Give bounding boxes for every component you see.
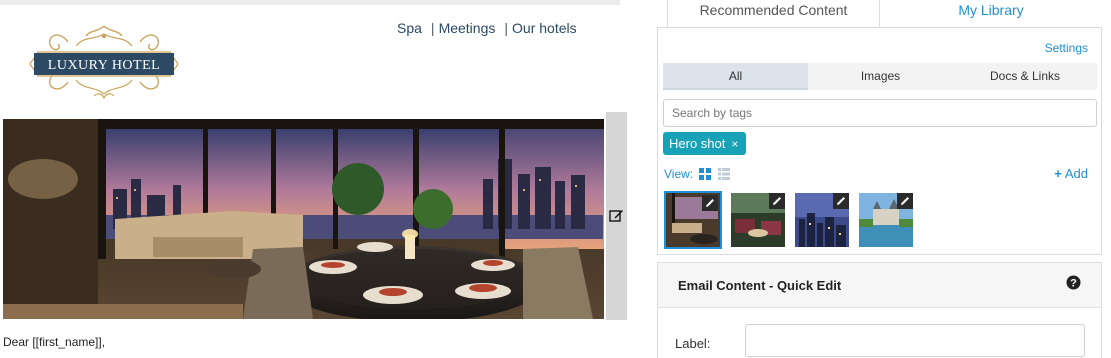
email-preview: LUXURY HOTEL Spa|Meetings|Our hotels <box>0 0 628 358</box>
tag-search-input[interactable] <box>663 99 1097 127</box>
pencil-icon[interactable] <box>702 195 718 211</box>
quick-edit-title: Email Content - Quick Edit <box>678 278 842 293</box>
recommended-content-box: Settings All Images Docs & Links Hero sh… <box>657 27 1102 255</box>
view-toggle: View: <box>664 167 730 181</box>
add-button[interactable]: + Add <box>1054 167 1088 181</box>
close-icon[interactable]: × <box>731 137 738 151</box>
settings-link[interactable]: Settings <box>1045 41 1088 55</box>
nav-link-spa[interactable]: Spa <box>397 20 422 36</box>
tag-chip-hero-shot: Hero shot × <box>663 132 747 155</box>
content-panel: Recommended Content My Library Settings … <box>657 0 1102 358</box>
nav-separator: | <box>504 20 509 36</box>
nav-separator: | <box>430 20 435 36</box>
list-view-icon[interactable] <box>717 168 730 180</box>
view-label: View: <box>664 167 694 181</box>
pencil-icon[interactable] <box>833 193 849 209</box>
filter-all[interactable]: All <box>663 63 808 90</box>
email-greeting: Dear [[first_name]], <box>3 335 106 349</box>
plus-icon: + <box>1054 166 1062 181</box>
grid-view-icon[interactable] <box>699 168 712 180</box>
thumbnail-castle-lake[interactable] <box>857 191 915 249</box>
email-nav: Spa | Meetings | Our hotels <box>397 20 577 36</box>
email-top-strip <box>0 0 620 5</box>
nav-link-our-hotels[interactable]: Our hotels <box>512 20 577 36</box>
hotel-logo: LUXURY HOTEL <box>29 25 179 100</box>
hero-image[interactable] <box>3 119 604 319</box>
pencil-icon[interactable] <box>769 193 785 209</box>
panel-tabs: Recommended Content My Library <box>657 0 1102 28</box>
edit-rail <box>606 112 627 320</box>
tab-my-library[interactable]: My Library <box>880 0 1102 28</box>
tab-recommended-content[interactable]: Recommended Content <box>667 0 880 28</box>
edit-icon[interactable] <box>609 208 624 223</box>
thumbnail-lounge-seating[interactable] <box>729 191 787 249</box>
logo-text: LUXURY HOTEL <box>48 58 160 73</box>
content-filter-bar: All Images Docs & Links <box>663 63 1097 90</box>
quick-edit-header: Email Content - Quick Edit ? <box>658 263 1101 308</box>
label-input[interactable] <box>745 324 1085 357</box>
label-field-label: Label: <box>675 336 711 351</box>
help-icon[interactable]: ? <box>1066 275 1081 290</box>
pencil-icon[interactable] <box>897 193 913 209</box>
tag-chip-label: Hero shot <box>669 136 726 151</box>
nav-link-meetings[interactable]: Meetings <box>439 20 496 36</box>
add-label: Add <box>1064 166 1088 181</box>
filter-images[interactable]: Images <box>808 63 953 90</box>
thumbnail-city-night[interactable] <box>793 191 851 249</box>
filter-docs-links[interactable]: Docs & Links <box>953 63 1097 90</box>
quick-edit-panel: Email Content - Quick Edit ? Label: <box>657 262 1102 358</box>
thumbnail-hotel-suite[interactable] <box>664 191 722 249</box>
svg-text:?: ? <box>1070 278 1077 290</box>
